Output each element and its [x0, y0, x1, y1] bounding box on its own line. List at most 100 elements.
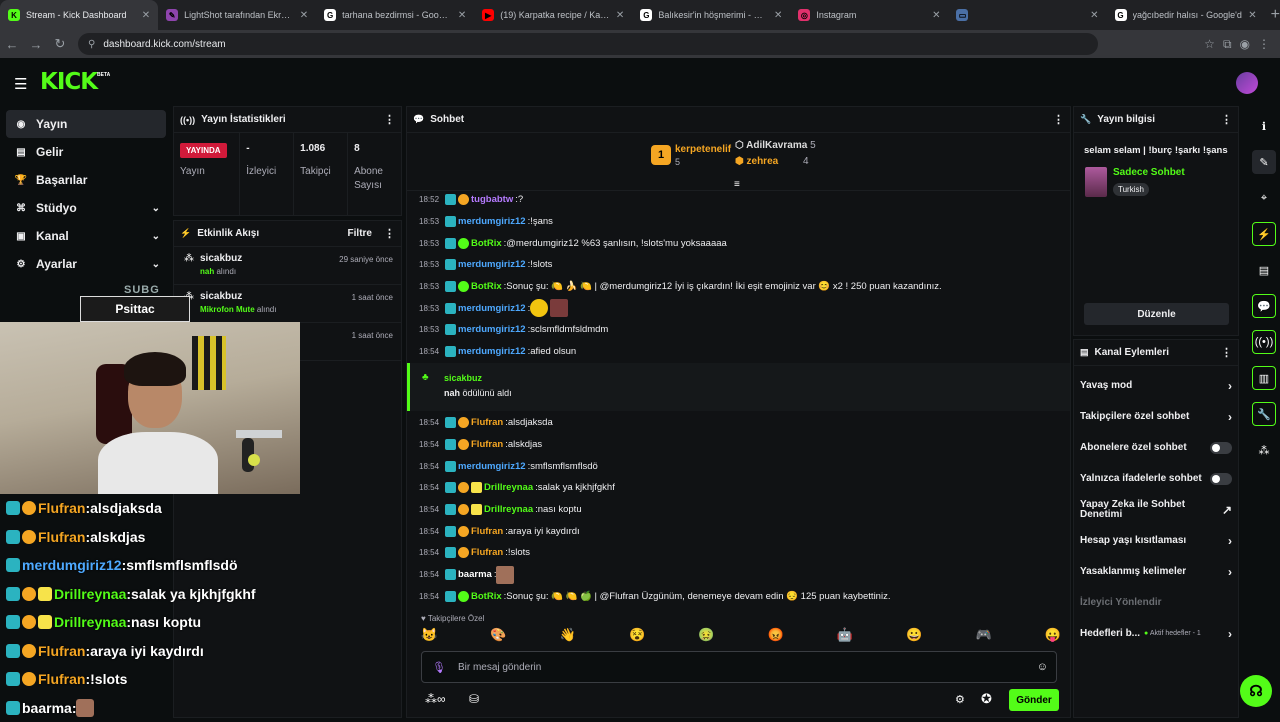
- emote-button[interactable]: 😵: [629, 627, 645, 643]
- chat-rail-icon[interactable]: 💬: [1252, 294, 1276, 318]
- activity-user[interactable]: sicakbuz: [200, 291, 276, 302]
- chevron-right-icon[interactable]: ›: [1228, 410, 1232, 424]
- forward-icon[interactable]: →: [24, 37, 48, 52]
- channel-action-3[interactable]: Yalnızca ifadelerle sohbet: [1074, 463, 1238, 494]
- chat-username[interactable]: Flufran: [471, 547, 503, 558]
- points-icon[interactable]: ⁂∞: [425, 692, 446, 706]
- emote-button[interactable]: 😀: [906, 627, 922, 643]
- chat-username[interactable]: Flufran: [471, 417, 503, 428]
- chat-username[interactable]: merdumgiriz12: [458, 461, 526, 472]
- channel-action-4[interactable]: Yapay Zeka ile Sohbet Denetimi↗: [1074, 494, 1238, 525]
- channel-action-5[interactable]: Hesap yaşı kısıtlaması›: [1074, 525, 1238, 556]
- menu-dots-icon[interactable]: ⋮: [1258, 37, 1270, 52]
- info-icon[interactable]: ℹ: [1252, 114, 1276, 138]
- nav-item-4[interactable]: ▣Kanal⌄: [6, 222, 166, 250]
- filter-button[interactable]: Filtre: [348, 228, 372, 239]
- focus-icon[interactable]: ⌖: [1252, 186, 1276, 210]
- document-icon[interactable]: ▤: [1252, 258, 1276, 282]
- chat-username[interactable]: Flufran: [471, 439, 503, 450]
- channel-action-2[interactable]: Abonelere özel sohbet: [1074, 432, 1238, 463]
- toggle-switch[interactable]: [1210, 442, 1232, 454]
- chat-mod-icon[interactable]: ✪: [981, 691, 992, 707]
- nav-item-5[interactable]: ⚙Ayarlar⌄: [6, 250, 166, 278]
- send-button[interactable]: Gönder: [1009, 689, 1059, 711]
- chat-username[interactable]: merdumgiriz12: [458, 324, 526, 335]
- chat-username[interactable]: BotRix: [471, 238, 502, 249]
- emote-button[interactable]: 🎮: [976, 627, 992, 643]
- site-info-icon[interactable]: ⚲: [88, 39, 95, 50]
- top-user-3[interactable]: ⬢ zehrea 4: [735, 156, 809, 167]
- toggle-switch[interactable]: [1210, 473, 1232, 485]
- chat-menu-icon[interactable]: ⋮: [1053, 113, 1064, 126]
- category-name[interactable]: Sadece Sohbet: [1113, 167, 1185, 178]
- back-icon[interactable]: ←: [0, 37, 24, 52]
- channel-action-6[interactable]: Yasaklanmış kelimeler›: [1074, 556, 1238, 587]
- hamburger-menu-icon[interactable]: ☰: [14, 75, 27, 93]
- extension-icon[interactable]: ⧉: [1223, 37, 1232, 52]
- channel-action-1[interactable]: Takipçilere özel sohbet›: [1074, 401, 1238, 432]
- stats-menu-icon[interactable]: ⋮: [384, 113, 395, 126]
- tab-close-icon[interactable]: ✕: [932, 10, 940, 21]
- chevron-right-icon[interactable]: ›: [1228, 534, 1232, 548]
- chevron-down-icon[interactable]: ⌄: [152, 203, 160, 214]
- activity-menu-icon[interactable]: ⋮: [384, 227, 395, 240]
- chat-settings-icon[interactable]: ⚙: [955, 693, 965, 706]
- browser-tab[interactable]: Gyağcıbedir halısı - Google'd✕: [1107, 0, 1265, 30]
- wrench-rail-icon[interactable]: 🔧: [1252, 402, 1276, 426]
- profile-icon[interactable]: ◉: [1240, 37, 1250, 52]
- chevron-right-icon[interactable]: ›: [1228, 379, 1232, 393]
- chat-username[interactable]: merdumgiriz12: [458, 259, 526, 270]
- actions-menu-icon[interactable]: ⋮: [1221, 346, 1232, 359]
- top-user-1[interactable]: kerpetenelif: [675, 144, 731, 155]
- browser-tab[interactable]: KStream - Kick Dashboard✕: [0, 0, 158, 30]
- pencil-icon[interactable]: ✎: [1252, 150, 1276, 174]
- tab-close-icon[interactable]: ✕: [616, 10, 624, 21]
- points-rail-icon[interactable]: ⁂: [1252, 438, 1276, 462]
- chevron-down-icon[interactable]: ⌄: [152, 231, 160, 242]
- emoji-picker-icon[interactable]: ☺: [1037, 661, 1048, 673]
- browser-tab[interactable]: ▭✕: [948, 0, 1106, 30]
- layout-rail-icon[interactable]: ▥: [1252, 366, 1276, 390]
- chat-username[interactable]: merdumgiriz12: [458, 346, 526, 357]
- activity-user[interactable]: sicakbuz: [200, 253, 242, 264]
- browser-tab[interactable]: ✎LightShot tarafından Ekran Gör✕: [158, 0, 316, 30]
- browser-tab[interactable]: Gtarhana bezdirmsi - Google'da✕: [316, 0, 474, 30]
- chevron-right-icon[interactable]: ›: [1228, 565, 1232, 579]
- reward-user[interactable]: sicakbuz: [444, 373, 482, 383]
- emote-button[interactable]: 👋: [560, 627, 576, 643]
- bookmark-star-icon[interactable]: ☆: [1204, 37, 1215, 52]
- chat-username[interactable]: baarma: [458, 569, 492, 580]
- emote-button[interactable]: 😛: [1045, 627, 1061, 643]
- chat-username[interactable]: Flufran: [471, 526, 503, 537]
- kick-logo[interactable]: KICK: [40, 69, 97, 95]
- chat-input[interactable]: 🎙 Bir mesaj gönderin ☺: [421, 651, 1057, 683]
- emote-button[interactable]: 🤖: [837, 627, 853, 643]
- nav-item-0[interactable]: ◉Yayın: [6, 110, 166, 138]
- tab-close-icon[interactable]: ✕: [458, 10, 466, 21]
- chat-username[interactable]: Drillreynaa: [484, 504, 533, 515]
- emote-button[interactable]: 😡: [768, 627, 784, 643]
- store-icon[interactable]: ⛁: [469, 692, 479, 706]
- tab-close-icon[interactable]: ✕: [774, 10, 782, 21]
- chat-username[interactable]: tugbabtw: [471, 194, 513, 205]
- channel-action-8[interactable]: Hedefleri b...● Aktif hedefler - 1›: [1074, 618, 1238, 649]
- tab-close-icon[interactable]: ✕: [142, 10, 150, 21]
- top-user-2[interactable]: ⬡ AdilKavrama 5: [735, 140, 816, 151]
- edit-button[interactable]: Düzenle: [1084, 303, 1229, 325]
- chat-username[interactable]: BotRix: [471, 591, 502, 602]
- chevron-right-icon[interactable]: ›: [1228, 627, 1232, 641]
- emote-button[interactable]: 🤢: [698, 627, 714, 643]
- user-avatar[interactable]: [1236, 72, 1258, 94]
- external-link-icon[interactable]: ↗: [1222, 505, 1232, 515]
- nav-item-1[interactable]: ▤Gelir: [6, 138, 166, 166]
- tab-close-icon[interactable]: ✕: [1090, 10, 1098, 21]
- browser-tab[interactable]: ◎Instagram✕: [790, 0, 948, 30]
- lightning-rail-icon[interactable]: ⚡: [1252, 222, 1276, 246]
- info-menu-icon[interactable]: ⋮: [1221, 113, 1232, 126]
- broadcast-rail-icon[interactable]: ((•)): [1252, 330, 1276, 354]
- microphone-icon[interactable]: 🎙: [432, 661, 446, 674]
- reload-icon[interactable]: ↻: [48, 36, 72, 52]
- chat-username[interactable]: merdumgiriz12: [458, 216, 526, 227]
- nav-item-3[interactable]: ⌘Stüdyo⌄: [6, 194, 166, 222]
- support-button[interactable]: ☊: [1240, 675, 1272, 707]
